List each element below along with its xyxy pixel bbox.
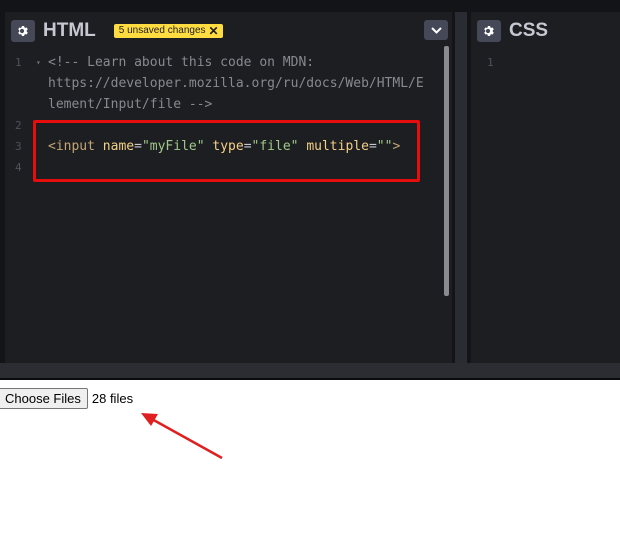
file-input[interactable]: Choose Files 28 files [0,388,133,409]
css-pane-title: CSS [509,20,549,41]
arrow-head [141,413,158,426]
close-icon[interactable]: ✕ [209,25,219,37]
editor-area: HTML 5 unsaved changes ✕ 1 ▾ <!-- Learn ab… [0,0,620,380]
line-number: 4 [15,161,22,174]
line-number: 2 [15,119,22,132]
fold-triangle-icon[interactable]: ▾ [36,52,41,73]
line-number: 1 [487,56,494,69]
highlight-annotation-box [33,120,420,182]
html-editor-pane[interactable]: HTML 5 unsaved changes ✕ 1 ▾ <!-- Learn ab… [5,12,452,363]
top-strip [0,0,620,12]
gear-icon [484,25,494,37]
code-line: https://developer.mozilla.org/ru/docs/We… [5,73,445,94]
line-number: 3 [15,140,22,153]
pane-resize-handle[interactable] [455,12,467,363]
code-text: https://developer.mozilla.org/ru/docs/We… [48,73,424,94]
css-settings-button[interactable] [477,20,501,42]
arrow-shaft [149,416,223,460]
gear-icon [18,25,28,37]
html-pane-header: HTML 5 unsaved changes ✕ [5,12,223,50]
html-settings-button[interactable] [11,20,35,42]
chevron-down-icon [430,26,442,34]
code-text: <!-- Learn about this code on MDN: [48,52,314,73]
choose-files-button[interactable]: Choose Files [0,388,88,409]
css-pane-header: CSS [471,12,548,50]
code-token: <!-- Learn about this code on MDN: [48,55,315,70]
html-pane-title: HTML [43,20,96,41]
css-editor-pane[interactable]: CSS 1 [471,12,620,363]
unsaved-changes-label: 5 unsaved changes [118,25,206,36]
line-number: 1 [15,56,22,69]
unsaved-changes-badge[interactable]: 5 unsaved changes ✕ [113,24,223,38]
code-text: lement/Input/file --> [48,94,212,115]
html-pane-collapse-button[interactable] [424,20,448,40]
html-editor-scrollbar[interactable] [444,46,449,296]
code-line: lement/Input/file --> [5,94,445,115]
file-count-label: 28 files [91,391,134,406]
code-token: https://developer.mozilla.org/ru/docs/We… [48,76,424,91]
editor-bottom-border [0,378,620,380]
code-line: 1 ▾ <!-- Learn about this code on MDN: [5,52,445,73]
code-token: lement/Input/file --> [48,97,213,112]
